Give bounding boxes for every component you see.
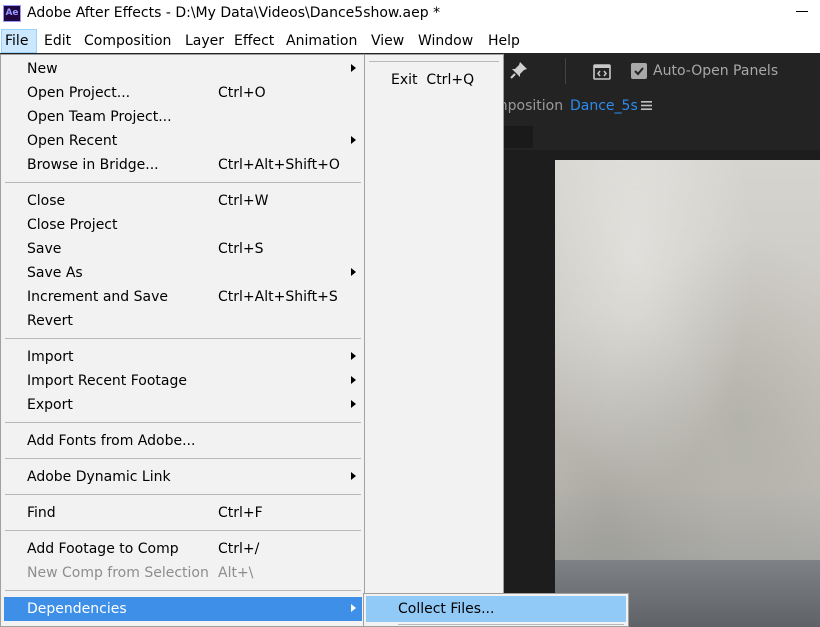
menu-window[interactable]: Window: [415, 29, 476, 53]
menu-separator: [5, 422, 361, 423]
menu-item-label: Import: [27, 349, 74, 365]
minimize-button[interactable]: [796, 11, 808, 12]
submenu-arrow-icon: [351, 604, 356, 612]
menu-item-label: New: [27, 61, 58, 77]
menu-item-label: Dependencies: [27, 601, 127, 617]
menu-item-increment-and-save[interactable]: Increment and Save Ctrl+Alt+Shift+S: [4, 285, 362, 309]
submenu-arrow-icon: [351, 376, 356, 384]
menu-bar: File Edit Composition Layer Effect Anima…: [0, 29, 820, 53]
exit-shortcut: Ctrl+Q: [426, 72, 475, 88]
dependencies-submenu: Collect Files...: [363, 593, 629, 627]
exit-menu-column: Exit Ctrl+Q: [365, 54, 504, 627]
menu-item-save[interactable]: Save Ctrl+S: [4, 237, 362, 261]
menu-separator: [5, 338, 361, 339]
menu-item-label: Open Team Project...: [27, 109, 172, 125]
workspace-panel-icon[interactable]: [593, 62, 611, 80]
menu-item-label: New Comp from Selection: [27, 565, 209, 581]
submenu-arrow-icon: [351, 268, 356, 276]
menu-separator: [398, 624, 624, 625]
submenu-arrow-icon: [351, 64, 356, 72]
menu-item-add-footage-to-comp[interactable]: Add Footage to Comp Ctrl+/: [4, 537, 362, 561]
menu-effect[interactable]: Effect: [231, 29, 277, 53]
menu-item-shortcut: Ctrl+Alt+Shift+O: [218, 157, 340, 173]
menu-separator: [369, 61, 499, 62]
menu-item-label: Add Fonts from Adobe...: [27, 433, 196, 449]
submenu-arrow-icon: [351, 352, 356, 360]
menu-item-shortcut: Ctrl+Alt+Shift+S: [218, 289, 338, 305]
menu-item-close[interactable]: Close Ctrl+W: [4, 189, 362, 213]
menu-item-collect-files[interactable]: Collect Files...: [366, 596, 626, 622]
menu-item-label: Find: [27, 505, 56, 521]
title-bar: Ae Adobe After Effects - D:\My Data\Vide…: [0, 0, 820, 29]
menu-item-open-recent[interactable]: Open Recent: [4, 129, 362, 153]
menu-edit[interactable]: Edit: [41, 29, 74, 53]
menu-item-save-as[interactable]: Save As: [4, 261, 362, 285]
menu-separator: [5, 494, 361, 495]
menu-item-label: Save As: [27, 265, 83, 281]
menu-item-shortcut: Ctrl+S: [218, 241, 264, 257]
menu-separator: [5, 590, 361, 591]
menu-item-shortcut: Ctrl+/: [218, 541, 260, 557]
menu-item-label: Export: [27, 397, 73, 413]
menu-item-label: Revert: [27, 313, 73, 329]
menu-item-open-team-project[interactable]: Open Team Project...: [4, 105, 362, 129]
exit-label: Exit: [391, 72, 418, 88]
menu-item-shortcut: Ctrl+F: [218, 505, 263, 521]
menu-item-exit[interactable]: Exit Ctrl+Q: [368, 68, 500, 92]
toolbar-separator: [565, 58, 566, 84]
menu-item-new[interactable]: New: [4, 57, 362, 81]
submenu-arrow-icon: [351, 400, 356, 408]
menu-separator: [5, 182, 361, 183]
menu-item-label: Browse in Bridge...: [27, 157, 159, 173]
menu-item-label: Save: [27, 241, 62, 257]
menu-separator: [5, 458, 361, 459]
menu-item-open-project[interactable]: Open Project... Ctrl+O: [4, 81, 362, 105]
menu-separator: [5, 530, 361, 531]
menu-file[interactable]: File: [1, 29, 37, 53]
menu-item-label: Collect Files...: [398, 601, 495, 617]
menu-view[interactable]: View: [368, 29, 407, 53]
composition-breadcrumb[interactable]: [504, 126, 533, 148]
menu-item-label: Open Recent: [27, 133, 118, 149]
composition-name-tab[interactable]: Dance_5s: [570, 98, 638, 114]
menu-item-import[interactable]: Import: [4, 345, 362, 369]
menu-layer[interactable]: Layer: [182, 29, 227, 53]
menu-item-adobe-dynamic-link[interactable]: Adobe Dynamic Link: [4, 465, 362, 489]
panel-menu-icon[interactable]: [641, 101, 652, 110]
menu-item-new-comp-from-selection: New Comp from Selection Alt+\: [4, 561, 362, 585]
composition-panel-title: mposition: [494, 98, 564, 114]
menu-item-label: Open Project...: [27, 85, 131, 101]
submenu-arrow-icon: [351, 472, 356, 480]
menu-item-close-project[interactable]: Close Project: [4, 213, 362, 237]
menu-item-label: Add Footage to Comp: [27, 541, 179, 557]
menu-item-label: Import Recent Footage: [27, 373, 188, 389]
menu-composition[interactable]: Composition: [81, 29, 174, 53]
after-effects-logo-icon: Ae: [3, 5, 21, 22]
menu-item-shortcut: Alt+\: [218, 565, 254, 581]
menu-item-dependencies[interactable]: Dependencies: [4, 597, 362, 621]
menu-item-label: Close: [27, 193, 66, 209]
menu-animation[interactable]: Animation: [283, 29, 360, 53]
menu-item-label: Close Project: [27, 217, 118, 233]
menu-item-revert[interactable]: Revert: [4, 309, 362, 333]
submenu-arrow-icon: [351, 136, 356, 144]
auto-open-panels-label: Auto-Open Panels: [653, 63, 779, 79]
window-title: Adobe After Effects - D:\My Data\Videos\…: [27, 5, 441, 21]
menu-item-export[interactable]: Export: [4, 393, 362, 417]
menu-item-find[interactable]: Find Ctrl+F: [4, 501, 362, 525]
file-menu-dropdown: New Open Project... Ctrl+O Open Team Proj…: [0, 54, 365, 627]
footage-frame: [555, 160, 820, 627]
auto-open-panels-checkbox[interactable]: [631, 63, 647, 79]
menu-item-import-recent-footage[interactable]: Import Recent Footage: [4, 369, 362, 393]
menu-item-label: Increment and Save: [27, 289, 168, 305]
pin-icon[interactable]: [508, 59, 530, 81]
menu-item-label: Adobe Dynamic Link: [27, 469, 171, 485]
menu-help[interactable]: Help: [485, 29, 523, 53]
menu-item-label: Exit Ctrl+Q: [391, 72, 474, 88]
menu-item-shortcut: Ctrl+O: [218, 85, 266, 101]
menu-item-browse-in-bridge[interactable]: Browse in Bridge... Ctrl+Alt+Shift+O: [4, 153, 362, 177]
menu-item-add-fonts-from-adobe[interactable]: Add Fonts from Adobe...: [4, 429, 362, 453]
menu-item-shortcut: Ctrl+W: [218, 193, 269, 209]
